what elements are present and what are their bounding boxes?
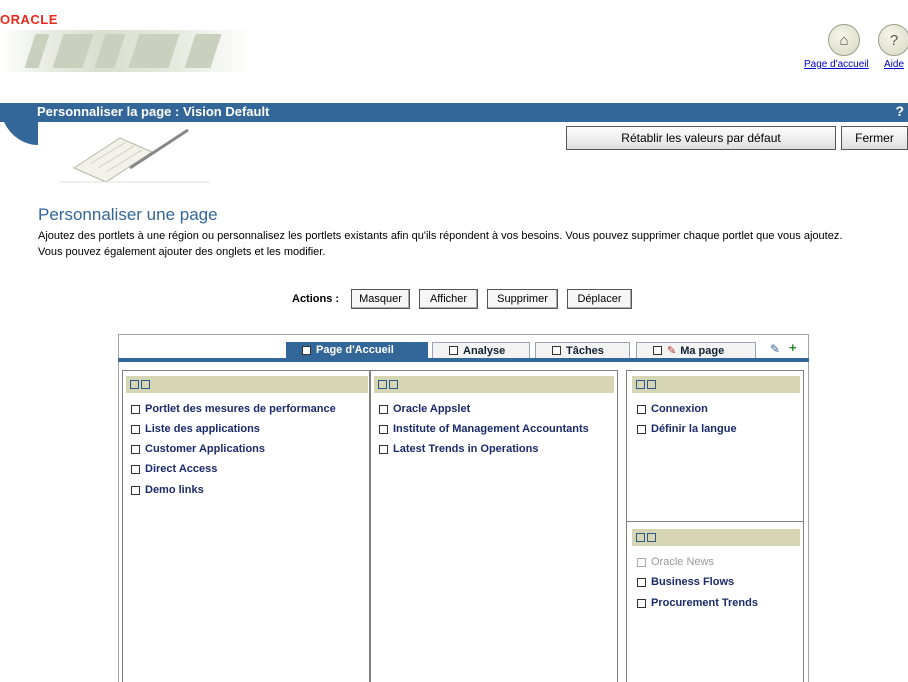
window-icon[interactable]: [389, 380, 398, 389]
portlet-label: Oracle Appslet: [393, 403, 471, 415]
title-help-icon[interactable]: ?: [895, 103, 904, 119]
portlet-checkbox[interactable]: [131, 424, 140, 434]
portlet-item[interactable]: Demo links: [131, 484, 204, 496]
tab-checkbox[interactable]: [552, 346, 561, 355]
portlet-label: Procurement Trends: [651, 597, 758, 609]
region-left: [122, 370, 370, 682]
window-icon[interactable]: [647, 380, 656, 389]
add-portlet-icon[interactable]: [378, 380, 387, 389]
portlet-label: Direct Access: [145, 463, 218, 475]
portlet-checkbox: [637, 557, 646, 567]
add-portlet-icon[interactable]: [636, 533, 645, 542]
portlet-item[interactable]: Définir la langue: [637, 423, 737, 435]
portlet-item[interactable]: Oracle Appslet: [379, 403, 470, 415]
tab-label: Ma page: [680, 344, 725, 357]
home-link[interactable]: Page d'accueil: [804, 59, 869, 70]
portlet-label: Latest Trends in Operations: [393, 443, 539, 455]
portlet-item[interactable]: Direct Access: [131, 463, 217, 475]
window-icon[interactable]: [141, 380, 150, 389]
portlet-checkbox[interactable]: [379, 404, 388, 414]
portlet-checkbox[interactable]: [379, 424, 388, 434]
portlet-label: Customer Applications: [145, 443, 265, 455]
help-icon[interactable]: ?: [878, 24, 908, 56]
tab-analyse[interactable]: Analyse: [432, 342, 530, 358]
help-link[interactable]: Aide: [884, 59, 904, 70]
add-portlet-icon[interactable]: [130, 380, 139, 389]
tab-checkbox[interactable]: [449, 346, 458, 355]
portlet-checkbox[interactable]: [637, 577, 646, 587]
portlet-label: Liste des applications: [145, 423, 260, 435]
pencil-icon[interactable]: ✎: [667, 344, 676, 357]
region-right: [626, 370, 804, 682]
delete-button[interactable]: Supprimer: [487, 289, 558, 309]
region-header: [126, 376, 368, 393]
portlet-checkbox[interactable]: [379, 444, 388, 454]
portlet-label: Oracle News: [651, 556, 714, 568]
portlet-item[interactable]: Procurement Trends: [637, 597, 758, 609]
region-header: [632, 529, 800, 546]
close-button[interactable]: Fermer: [841, 126, 908, 150]
tab-label: Analyse: [463, 344, 506, 357]
tab-taches[interactable]: Tâches: [535, 342, 630, 358]
move-button[interactable]: Déplacer: [567, 289, 632, 309]
portlet-checkbox[interactable]: [131, 404, 140, 414]
portlet-label: Business Flows: [651, 576, 735, 588]
tab-page-accueil[interactable]: Page d'Accueil: [286, 342, 428, 358]
portlet-item[interactable]: Liste des applications: [131, 423, 260, 435]
region-divider: [626, 521, 804, 522]
home-icon[interactable]: ⌂: [828, 24, 860, 56]
page-heading: Personnaliser une page: [38, 205, 218, 224]
portlet-checkbox[interactable]: [131, 464, 140, 474]
portlet-checkbox[interactable]: [131, 485, 140, 495]
tab-label: Page d'Accueil: [316, 344, 394, 356]
portlet-label: Institute of Management Accountants: [393, 423, 589, 435]
portlet-label: Définir la langue: [651, 423, 737, 435]
region-header: [374, 376, 614, 393]
window-icon[interactable]: [647, 533, 656, 542]
edit-tabs-icon[interactable]: ✎: [770, 342, 780, 356]
oracle-logo: ORACLE: [0, 12, 58, 27]
portlet-item[interactable]: Business Flows: [637, 576, 734, 588]
region-middle: [370, 370, 618, 682]
actions-label: Actions :: [292, 293, 340, 305]
portlet-item[interactable]: Customer Applications: [131, 443, 265, 455]
portlet-checkbox[interactable]: [637, 404, 646, 414]
portlet-checkbox[interactable]: [131, 444, 140, 454]
portlet-item: Oracle News: [637, 556, 714, 568]
portlet-checkbox[interactable]: [637, 598, 646, 608]
tab-label: Tâches: [566, 344, 604, 357]
tab-underline: [118, 358, 809, 362]
page-title: Personnaliser la page : Vision Default: [37, 104, 270, 119]
notepad-illustration: [60, 128, 210, 183]
add-tab-icon[interactable]: +: [789, 340, 797, 355]
portlet-checkbox[interactable]: [637, 424, 646, 434]
hide-button[interactable]: Masquer: [351, 289, 410, 309]
add-portlet-icon[interactable]: [636, 380, 645, 389]
portlet-item[interactable]: Connexion: [637, 403, 708, 415]
header-banner-graphic: [0, 30, 252, 72]
portlet-item[interactable]: Portlet des mesures de performance: [131, 403, 336, 415]
tab-checkbox[interactable]: [302, 345, 311, 355]
portlet-item[interactable]: Latest Trends in Operations: [379, 443, 538, 455]
show-button[interactable]: Afficher: [419, 289, 478, 309]
portlet-label: Connexion: [651, 403, 708, 415]
tab-checkbox[interactable]: [653, 346, 662, 355]
page-description: Ajoutez des portlets à une région ou per…: [38, 230, 843, 258]
reset-defaults-button[interactable]: Rétablir les valeurs par défaut: [566, 126, 836, 150]
region-header: [632, 376, 800, 393]
tab-ma-page[interactable]: ✎ Ma page: [636, 342, 756, 358]
portlet-label: Demo links: [145, 484, 204, 496]
portlet-item[interactable]: Institute of Management Accountants: [379, 423, 589, 435]
portlet-label: Portlet des mesures de performance: [145, 403, 336, 415]
